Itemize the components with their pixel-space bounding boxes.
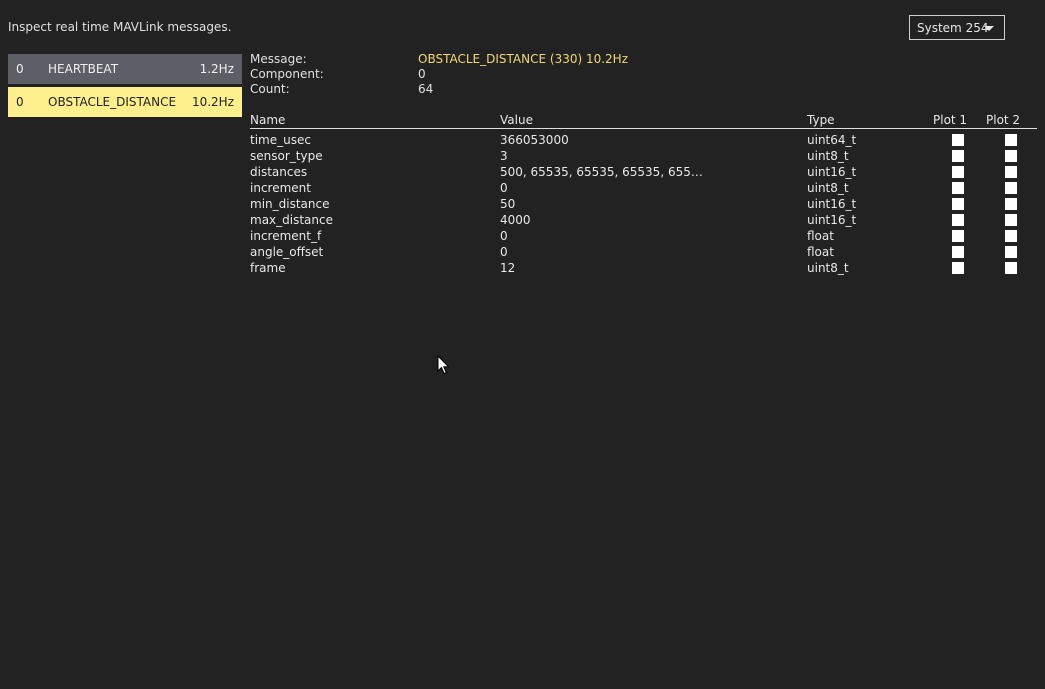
field-type: uint16_t xyxy=(807,165,857,179)
field-type: float xyxy=(807,229,834,243)
plot-2-checkbox[interactable] xyxy=(1005,214,1017,226)
plot-2-checkbox[interactable] xyxy=(1005,198,1017,210)
field-value: 12 xyxy=(500,261,516,275)
plot-1-checkbox[interactable] xyxy=(952,262,964,274)
message-rate: 1.2Hz xyxy=(199,62,234,76)
chevron-down-icon xyxy=(984,26,994,31)
fields-table-header: Name Value Type Plot 1 Plot 2 xyxy=(250,112,1037,129)
table-row: increment_f 0 float xyxy=(250,228,1037,244)
table-row: sensor_type 3 uint8_t xyxy=(250,148,1037,164)
header-plot-1: Plot 1 xyxy=(933,113,968,127)
header-type: Type xyxy=(807,113,835,127)
field-type: uint8_t xyxy=(807,261,849,275)
field-type: uint64_t xyxy=(807,133,857,147)
message-item-obstacle-distance[interactable]: 0 OBSTACLE_DISTANCE 10.2Hz xyxy=(8,87,242,117)
system-selector-value: System 254 xyxy=(917,20,989,35)
mavlink-inspector: Inspect real time MAVLink messages. Syst… xyxy=(0,0,1045,689)
message-item-heartbeat[interactable]: 0 HEARTBEAT 1.2Hz xyxy=(8,54,242,84)
component-value: 0 xyxy=(418,67,426,81)
page-description: Inspect real time MAVLink messages. xyxy=(8,20,232,34)
table-row: time_usec 366053000 uint64_t xyxy=(250,132,1037,148)
message-value: OBSTACLE_DISTANCE (330) 10.2Hz xyxy=(418,52,629,66)
field-type: uint8_t xyxy=(807,181,849,195)
plot-1-checkbox[interactable] xyxy=(952,150,964,162)
field-value: 50 xyxy=(500,197,516,211)
plot-2-checkbox[interactable] xyxy=(1005,262,1017,274)
field-name: increment xyxy=(250,181,311,195)
message-detail: Message: OBSTACLE_DISTANCE (330) 10.2Hz … xyxy=(250,52,1037,97)
table-row: angle_offset 0 float xyxy=(250,244,1037,260)
table-row: max_distance 4000 uint16_t xyxy=(250,212,1037,228)
fields-table: Name Value Type Plot 1 Plot 2 time_usec … xyxy=(250,112,1037,276)
field-value: 500, 65535, 65535, 65535, 655… xyxy=(500,165,703,179)
info-row-component: Component: 0 xyxy=(250,67,1037,82)
mouse-pointer-icon xyxy=(437,355,450,375)
count-label: Count: xyxy=(250,82,290,96)
field-name: distances xyxy=(250,165,308,179)
field-value: 0 xyxy=(500,245,508,259)
plot-1-checkbox[interactable] xyxy=(952,230,964,242)
plot-2-checkbox[interactable] xyxy=(1005,134,1017,146)
plot-1-checkbox[interactable] xyxy=(952,246,964,258)
field-type: uint8_t xyxy=(807,149,849,163)
field-value: 0 xyxy=(500,181,508,195)
plot-1-checkbox[interactable] xyxy=(952,182,964,194)
info-row-message: Message: OBSTACLE_DISTANCE (330) 10.2Hz xyxy=(250,52,1037,67)
plot-1-checkbox[interactable] xyxy=(952,198,964,210)
field-name: min_distance xyxy=(250,197,330,211)
table-row: frame 12 uint8_t xyxy=(250,260,1037,276)
field-name: angle_offset xyxy=(250,245,324,259)
plot-2-checkbox[interactable] xyxy=(1005,246,1017,258)
header-name: Name xyxy=(250,113,286,127)
message-name: HEARTBEAT xyxy=(48,62,119,76)
info-row-count: Count: 64 xyxy=(250,82,1037,97)
field-name: max_distance xyxy=(250,213,333,227)
field-name: sensor_type xyxy=(250,149,323,163)
plot-2-checkbox[interactable] xyxy=(1005,230,1017,242)
message-label: Message: xyxy=(250,52,307,66)
plot-2-checkbox[interactable] xyxy=(1005,150,1017,162)
message-component: 0 xyxy=(16,62,24,76)
plot-2-checkbox[interactable] xyxy=(1005,182,1017,194)
header-value: Value xyxy=(500,113,533,127)
field-value: 366053000 xyxy=(500,133,569,147)
field-type: uint16_t xyxy=(807,197,857,211)
field-value: 0 xyxy=(500,229,508,243)
field-name: time_usec xyxy=(250,133,311,147)
message-component: 0 xyxy=(16,95,24,109)
plot-2-checkbox[interactable] xyxy=(1005,166,1017,178)
field-name: frame xyxy=(250,261,286,275)
component-label: Component: xyxy=(250,67,324,81)
message-list: 0 HEARTBEAT 1.2Hz 0 OBSTACLE_DISTANCE 10… xyxy=(8,54,242,120)
header-plot-2: Plot 2 xyxy=(986,113,1021,127)
system-selector[interactable]: System 254 xyxy=(909,15,1005,40)
table-row: increment 0 uint8_t xyxy=(250,180,1037,196)
plot-1-checkbox[interactable] xyxy=(952,134,964,146)
field-value: 4000 xyxy=(500,213,531,227)
plot-1-checkbox[interactable] xyxy=(952,166,964,178)
plot-1-checkbox[interactable] xyxy=(952,214,964,226)
table-row: min_distance 50 uint16_t xyxy=(250,196,1037,212)
field-name: increment_f xyxy=(250,229,322,243)
field-type: uint16_t xyxy=(807,213,857,227)
field-value: 3 xyxy=(500,149,508,163)
message-name: OBSTACLE_DISTANCE xyxy=(48,95,177,109)
field-type: float xyxy=(807,245,834,259)
table-row: distances 500, 65535, 65535, 65535, 655…… xyxy=(250,164,1037,180)
count-value: 64 xyxy=(418,82,434,96)
message-rate: 10.2Hz xyxy=(191,95,234,109)
